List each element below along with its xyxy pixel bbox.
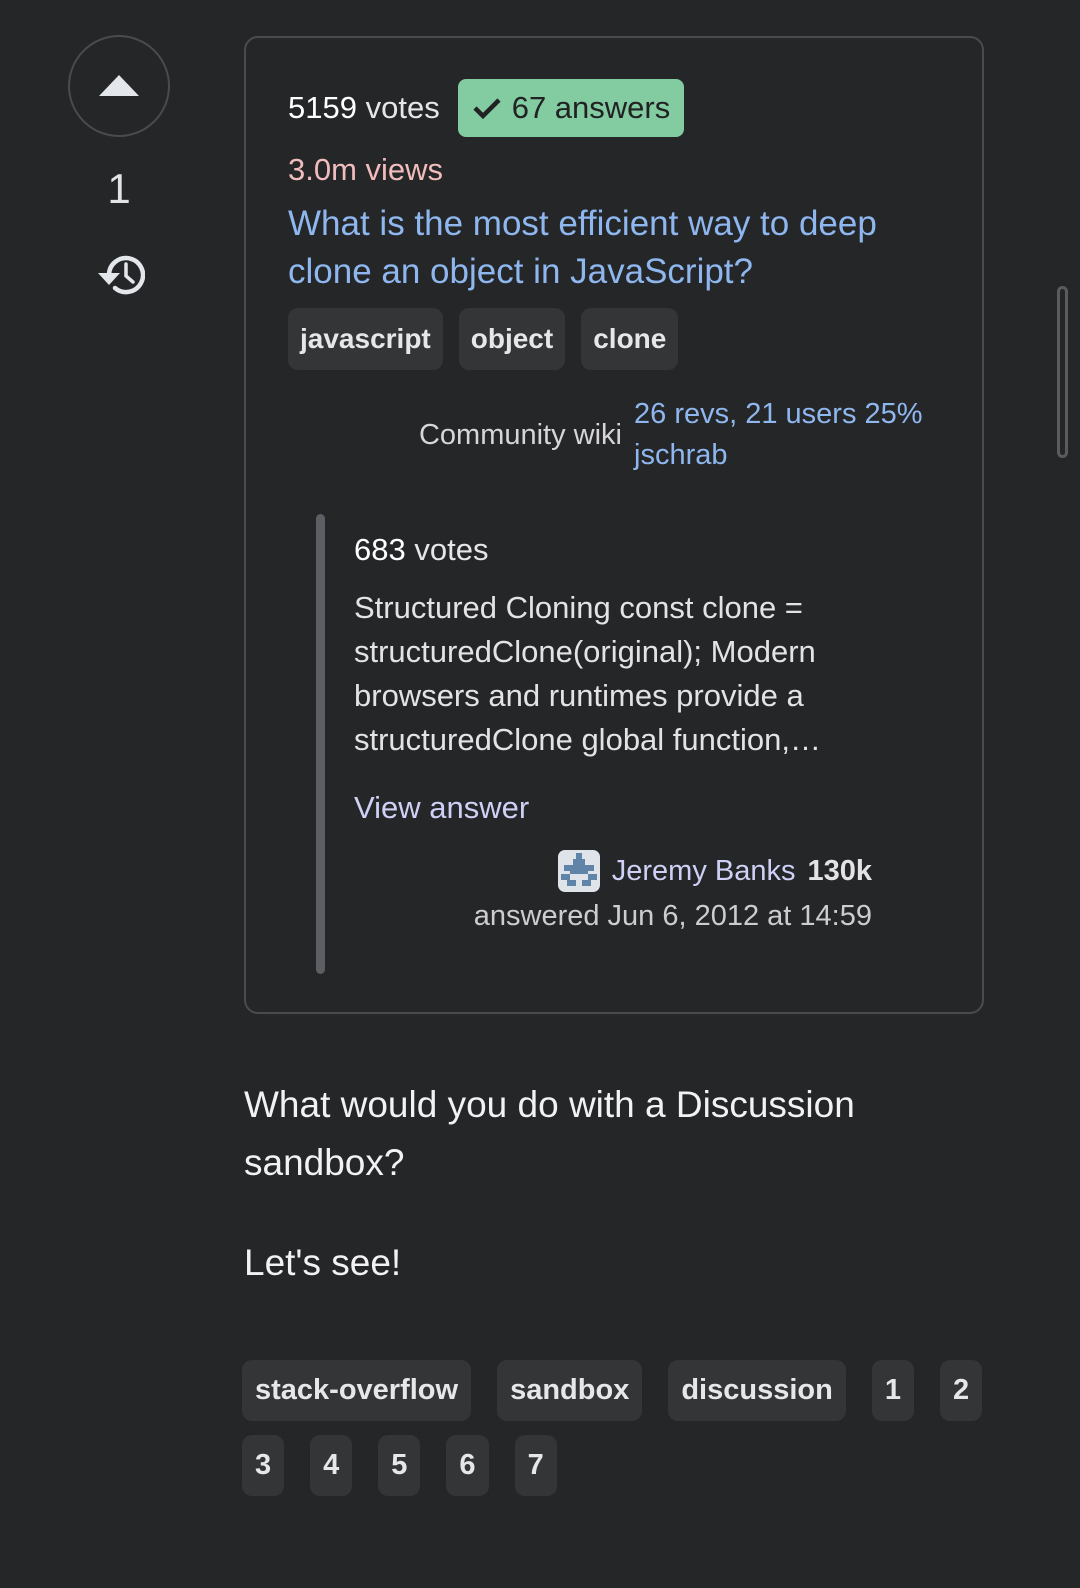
tag-stack-overflow[interactable]: stack-overflow <box>242 1360 472 1421</box>
answers-count: 67 answers <box>511 90 671 125</box>
question-title-link[interactable]: What is the most efficient way to deep c… <box>288 200 898 296</box>
question-stats: 5159 votes 67 answers <box>288 78 940 138</box>
question-votes: 5159 votes <box>288 90 440 126</box>
avatar[interactable] <box>557 850 600 892</box>
quote-bar <box>316 514 325 974</box>
author-name-link[interactable]: Jeremy Banks <box>612 855 796 888</box>
post-body: What would you do with a Discussion sand… <box>244 1076 1004 1292</box>
author-reputation: 130k <box>807 854 872 887</box>
tag-5[interactable]: 5 <box>378 1435 421 1496</box>
tag-javascript[interactable]: javascript <box>288 308 443 370</box>
accepted-answers-badge: 67 answers <box>457 79 685 137</box>
post-paragraph: What would you do with a Discussion sand… <box>244 1084 855 1183</box>
question-views: 3.0m views <box>288 152 444 187</box>
answer-author: Jeremy Banks 130k <box>354 850 872 892</box>
tag-3[interactable]: 3 <box>242 1435 285 1496</box>
history-icon <box>98 255 145 295</box>
vote-count: 1 <box>107 165 131 212</box>
revisions-link[interactable]: 26 revs, 21 users 25% jschrab <box>634 394 934 476</box>
tag-discussion[interactable]: discussion <box>668 1360 846 1421</box>
view-answer-link[interactable]: View answer <box>354 786 529 830</box>
vote-column: 1 <box>67 35 171 303</box>
answered-timestamp: answered Jun 6, 2012 at 14:59 <box>473 900 872 932</box>
tag-clone[interactable]: clone <box>581 308 679 370</box>
upvote-button[interactable] <box>68 35 170 137</box>
tag-sandbox[interactable]: sandbox <box>497 1360 643 1421</box>
linked-question-card: 5159 votes 67 answers 3.0m views What is… <box>244 36 984 1014</box>
scrollbar-thumb[interactable] <box>1057 286 1068 458</box>
tag-6[interactable]: 6 <box>446 1435 489 1496</box>
community-wiki-row: Community wiki 26 revs, 21 users 25% jsc… <box>288 394 934 476</box>
answer-excerpt-text: Structured Cloning const clone = structu… <box>354 590 821 757</box>
tag-4[interactable]: 4 <box>310 1435 353 1496</box>
tag-object[interactable]: object <box>458 308 566 370</box>
answer-votes-label: votes <box>414 532 489 567</box>
post-paragraph: Let's see! <box>244 1242 402 1283</box>
question-votes-number: 5159 <box>288 90 357 125</box>
question-votes-label: votes <box>365 90 440 125</box>
tag-7[interactable]: 7 <box>514 1435 557 1496</box>
tag-2[interactable]: 2 <box>939 1360 983 1421</box>
question-tags: javascript object clone <box>288 308 940 370</box>
history-button[interactable] <box>91 247 147 303</box>
top-answer-excerpt: 683 votes Structured Cloning const clone… <box>316 514 876 974</box>
triangle-up-icon <box>99 75 139 96</box>
community-wiki-label: Community wiki <box>418 418 622 451</box>
answer-votes: 683 votes <box>354 528 874 572</box>
answer-votes-number: 683 <box>354 532 406 567</box>
tag-1[interactable]: 1 <box>871 1360 914 1421</box>
post-tags: stack-overflow sandbox discussion 1 2 3 … <box>242 1360 1002 1496</box>
checkmark-icon <box>473 98 501 120</box>
